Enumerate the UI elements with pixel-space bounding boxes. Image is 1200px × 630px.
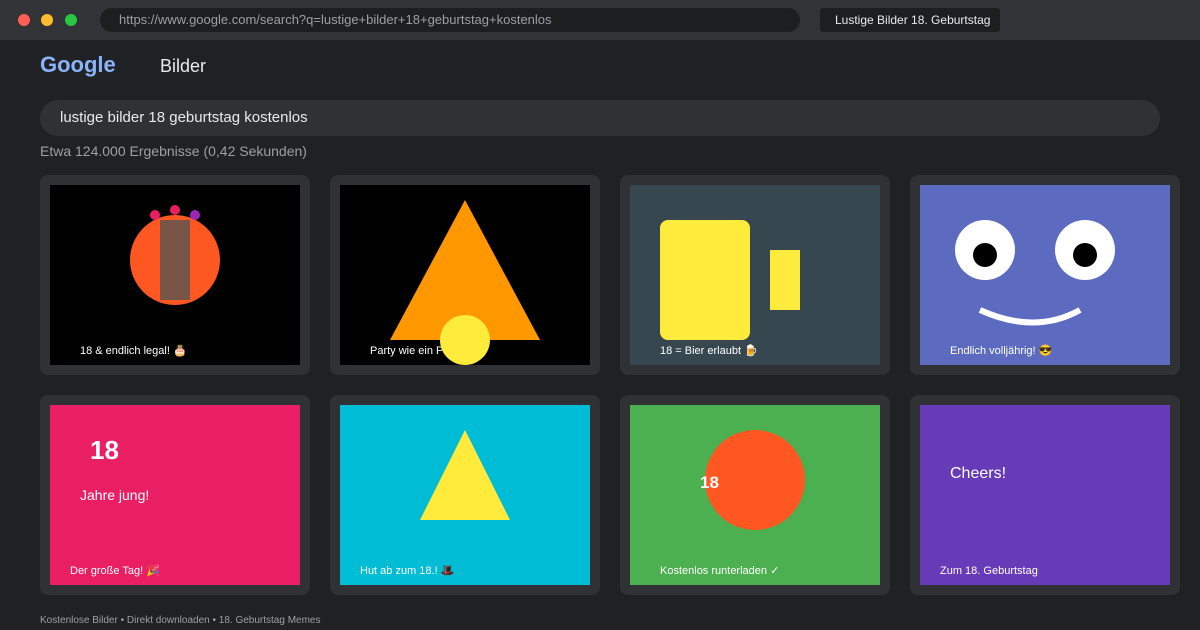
result-stats: Etwa 124.000 Ergebnisse (0,42 Sekunden) xyxy=(40,143,307,159)
result-image[interactable]: Party wie ein Profi! xyxy=(340,185,590,365)
result-caption: 18 = Bier erlaubt 🍺 xyxy=(660,345,758,357)
search-input[interactable]: lustige bilder 18 geburtstag kostenlos xyxy=(40,100,1160,136)
image-result-card[interactable]: Cheers! Zum 18. Geburtstag xyxy=(910,395,1180,595)
image-result-card[interactable]: Endlich volljährig! 😎 xyxy=(910,175,1180,375)
google-logo[interactable]: Google xyxy=(40,52,116,78)
triangle-hat-icon xyxy=(420,430,510,520)
result-image[interactable]: 18 Jahre jung! Der große Tag! 🎉 xyxy=(50,405,300,585)
address-bar[interactable]: https://www.google.com/search?q=lustige+… xyxy=(100,8,800,32)
result-caption: 18 & endlich legal! 🎂 xyxy=(80,345,187,357)
browser-tab[interactable]: Lustige Bilder 18. Geburtstag xyxy=(820,8,1000,32)
image-headline: Cheers! xyxy=(950,465,1007,482)
result-caption: Endlich volljährig! 😎 xyxy=(950,345,1053,357)
image-result-card[interactable]: 18 Kostenlos runterladen ✓ xyxy=(620,395,890,595)
close-window-icon[interactable] xyxy=(18,14,30,26)
smiley-face-icon xyxy=(955,220,1115,326)
result-image[interactable]: 18 Kostenlos runterladen ✓ xyxy=(630,405,880,585)
result-caption: Kostenlos runterladen ✓ xyxy=(660,565,780,577)
balloon-icon xyxy=(705,430,805,530)
result-image[interactable]: 18 = Bier erlaubt 🍺 xyxy=(630,185,880,365)
result-image[interactable]: Cheers! Zum 18. Geburtstag xyxy=(920,405,1170,585)
image-result-card[interactable]: 18 & endlich legal! 🎂 xyxy=(40,175,310,375)
big-number: 18 xyxy=(700,473,719,492)
minimize-window-icon[interactable] xyxy=(41,14,53,26)
big-number: 18 xyxy=(90,435,119,465)
image-subtitle: Jahre jung! xyxy=(80,487,150,503)
result-image[interactable]: Endlich volljährig! 😎 xyxy=(920,185,1170,365)
image-result-card[interactable]: Hut ab zum 18.! 🎩 xyxy=(330,395,600,595)
browser-titlebar: https://www.google.com/search?q=lustige+… xyxy=(0,0,1200,40)
result-caption: Hut ab zum 18.! 🎩 xyxy=(360,565,455,577)
result-image[interactable]: Hut ab zum 18.! 🎩 xyxy=(340,405,590,585)
footer-links[interactable]: Kostenlose Bilder • Direkt downloaden • … xyxy=(40,615,320,626)
result-caption: Zum 18. Geburtstag xyxy=(940,565,1038,577)
image-result-card[interactable]: 18 = Bier erlaubt 🍺 xyxy=(620,175,890,375)
image-result-card[interactable]: Party wie ein Profi! xyxy=(330,175,600,375)
tab-bilder[interactable]: Bilder xyxy=(160,55,206,77)
result-caption: Der große Tag! 🎉 xyxy=(70,565,160,577)
result-image[interactable]: 18 & endlich legal! 🎂 xyxy=(50,185,300,365)
image-result-card[interactable]: 18 Jahre jung! Der große Tag! 🎉 xyxy=(40,395,310,595)
maximize-window-icon[interactable] xyxy=(65,14,77,26)
